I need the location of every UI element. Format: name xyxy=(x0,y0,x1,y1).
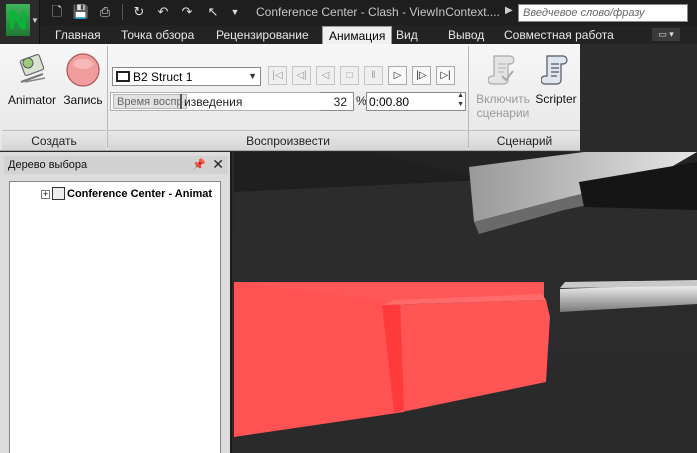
select-cursor-icon[interactable]: ↖ xyxy=(204,3,222,21)
percent-field[interactable]: 32 xyxy=(320,92,354,111)
play-button[interactable]: ▷ xyxy=(388,66,407,85)
quick-access-dropdown-icon[interactable]: ▼ xyxy=(226,3,244,21)
title-bar: N ▼ 🗋 💾 ⎙ ↻ ↶ ↷ ↖ ▼ Conference Center - … xyxy=(0,0,697,44)
tab-view[interactable]: Вид xyxy=(390,26,424,44)
chevron-down-icon: ▼ xyxy=(31,16,39,25)
enable-scripts-label-line1: Включить xyxy=(476,92,530,106)
record-icon xyxy=(66,53,100,87)
create-panel-label: Создать xyxy=(2,130,106,150)
tab-animation[interactable]: Анимация xyxy=(322,26,393,44)
spinner-up-icon[interactable]: ▲ xyxy=(457,92,464,99)
script-panel-label: Сценарий xyxy=(469,130,580,150)
film-icon xyxy=(116,71,130,82)
enable-scripts-label-line2: сценарии xyxy=(476,106,530,120)
animator-label: Animator xyxy=(7,93,57,107)
spinner-down-icon[interactable]: ▼ xyxy=(457,101,464,108)
playback-time-tooltip: Время воспр xyxy=(113,94,187,109)
scripter-button[interactable]: Scripter xyxy=(534,52,578,106)
ribbon-options-icon[interactable]: ▭ ▾ xyxy=(652,28,680,41)
selection-tree-header: Дерево выбора 📌 ✕ xyxy=(4,156,228,174)
step-back-button[interactable]: ◁| xyxy=(292,66,311,85)
enable-scripts-button[interactable]: Включить сценарии xyxy=(472,52,534,120)
ribbon-tab-bar: Главная Точка обзора Рецензирование Аним… xyxy=(40,25,697,44)
window-title: Conference Center - Clash - ViewInContex… xyxy=(256,5,500,19)
new-file-icon[interactable]: 🗋 xyxy=(48,3,66,21)
stop-button[interactable]: □ xyxy=(340,66,359,85)
playback-time-slider[interactable]: Время воспр изведения xyxy=(110,92,350,111)
script-disabled-icon xyxy=(488,55,515,85)
selection-tree-list[interactable]: + Conference Center - Animat xyxy=(9,181,221,453)
scene-render xyxy=(234,152,697,453)
toolbar-divider xyxy=(122,4,123,20)
animator-button[interactable]: Animator xyxy=(6,52,58,107)
search-input[interactable]: Введчевое слово/фразу xyxy=(518,4,688,22)
animator-icon xyxy=(19,54,46,83)
expand-arrow-icon[interactable]: ▶ xyxy=(505,5,513,16)
record-button[interactable]: Запись xyxy=(60,52,106,107)
expand-node-icon[interactable]: + xyxy=(41,190,50,199)
application-menu-button[interactable]: N ▼ xyxy=(0,0,40,44)
ribbon-empty-area xyxy=(580,44,697,151)
navisworks-logo-icon: N xyxy=(6,4,30,36)
close-icon[interactable]: ✕ xyxy=(212,155,224,173)
undo-icon[interactable]: ↶ xyxy=(154,3,172,21)
file-node-icon xyxy=(52,187,65,200)
refresh-icon[interactable]: ↻ xyxy=(130,3,148,21)
selection-tree-title: Дерево выбора xyxy=(8,159,88,171)
3d-viewport[interactable] xyxy=(234,152,697,453)
scroll-icon xyxy=(541,55,568,85)
tab-collaborate[interactable]: Совместная работа xyxy=(498,26,620,44)
slider-thumb[interactable] xyxy=(180,94,182,109)
redo-icon[interactable]: ↷ xyxy=(178,3,196,21)
step-forward-button[interactable]: |▷ xyxy=(412,66,431,85)
selection-tree-panel: Дерево выбора 📌 ✕ + Conference Center - … xyxy=(0,152,232,453)
tree-root-item[interactable]: Conference Center - Animat xyxy=(67,188,212,200)
pin-icon[interactable]: 📌 xyxy=(192,156,206,174)
tab-viewpoint[interactable]: Точка обзора xyxy=(115,26,200,44)
ribbon: Animator Запись Создать B2 Struct 1 ▼ |◁… xyxy=(0,44,697,151)
play-backward-button[interactable]: ◁ xyxy=(316,66,335,85)
playback-time-label: изведения xyxy=(184,95,243,109)
animation-select-value: B2 Struct 1 xyxy=(133,70,193,84)
time-spinner[interactable]: 0:00.80 ▲ ▼ xyxy=(366,92,466,111)
animation-select[interactable]: B2 Struct 1 ▼ xyxy=(112,67,261,86)
print-icon[interactable]: ⎙ xyxy=(96,3,114,21)
save-icon[interactable]: 💾 xyxy=(72,3,90,21)
chevron-down-icon: ▼ xyxy=(248,71,257,81)
tab-output[interactable]: Вывод xyxy=(442,26,490,44)
tab-home[interactable]: Главная xyxy=(49,26,107,44)
red-beam-left xyxy=(234,282,404,437)
time-value: 0:00.80 xyxy=(369,95,410,109)
record-label: Запись xyxy=(63,93,103,107)
playback-panel-label: Воспроизвести xyxy=(108,130,468,150)
pause-button[interactable]: ‖ xyxy=(364,66,383,85)
tab-review[interactable]: Рецензирование xyxy=(210,26,315,44)
rewind-to-start-button[interactable]: |◁ xyxy=(268,66,287,85)
scripter-label: Scripter xyxy=(535,92,577,106)
forward-to-end-button[interactable]: ▷| xyxy=(436,66,455,85)
